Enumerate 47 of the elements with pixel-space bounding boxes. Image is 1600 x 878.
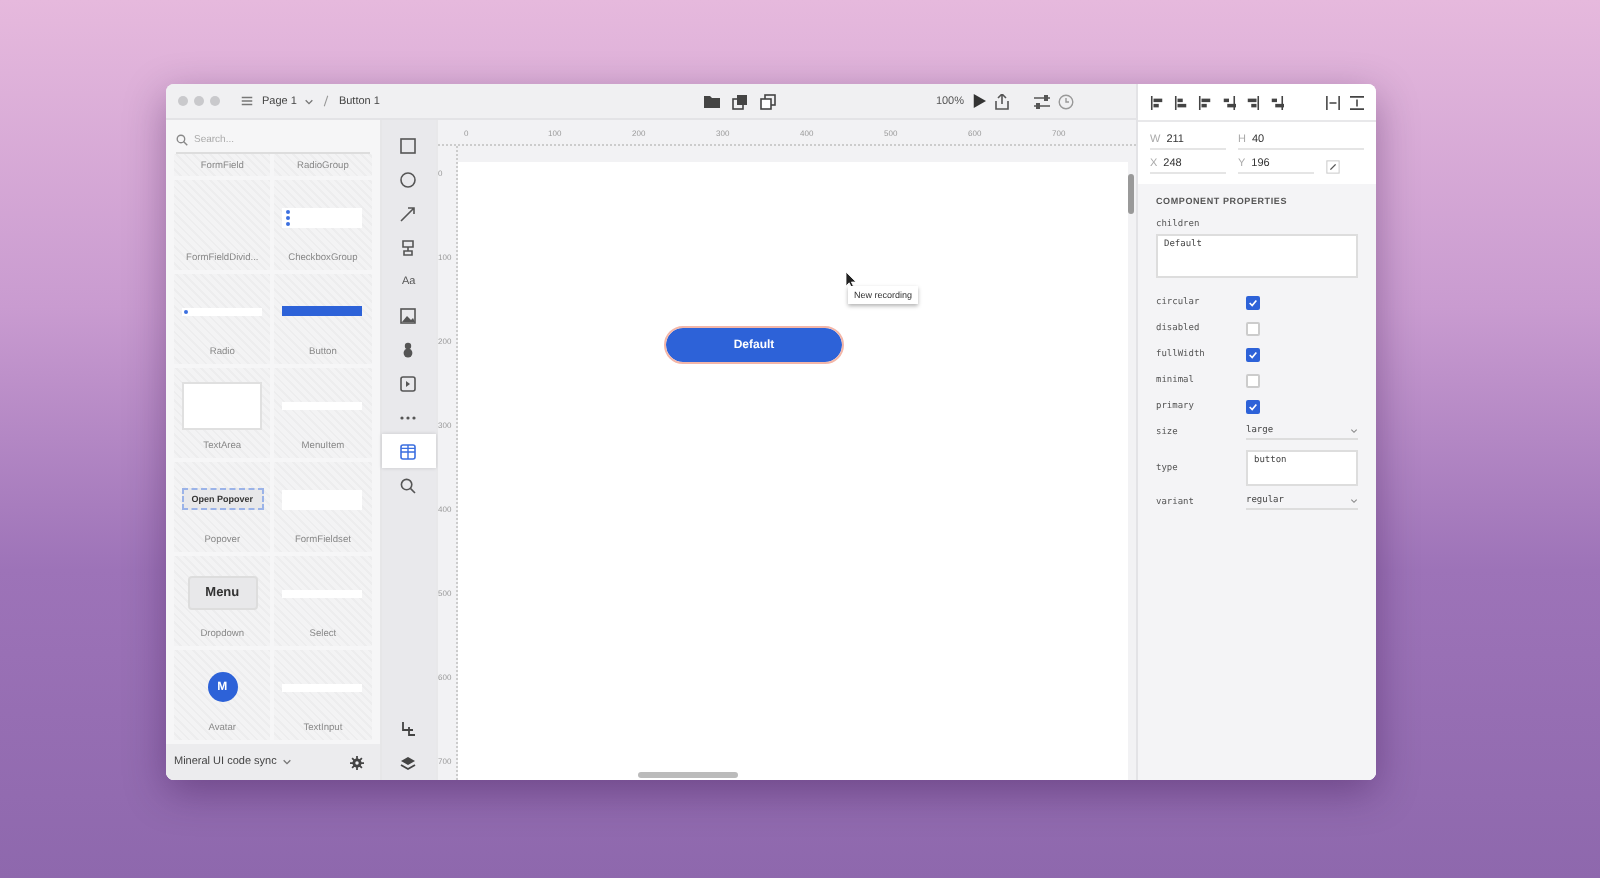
check-icon [1248,402,1258,412]
distribute-vertical-icon[interactable] [1350,95,1364,109]
arrow-icon [400,205,417,221]
align-icon[interactable] [1198,95,1212,109]
caret-icon [1350,428,1358,434]
align-icon[interactable] [1270,95,1284,109]
menu-icon[interactable] [240,94,254,108]
link-icon[interactable] [1326,159,1340,173]
play-box-icon [400,375,417,391]
checkbox-group-thumbnail [282,207,363,227]
stamp-icon [402,239,415,255]
align-icon[interactable] [1150,95,1164,109]
play-icon[interactable] [972,94,987,108]
tool-button[interactable] [381,434,436,468]
search-icon [176,133,188,145]
slash-icon [322,94,331,108]
vertical-scrollbar[interactable] [1128,174,1134,214]
distribute-horizontal-icon[interactable] [1326,95,1340,109]
bug-icon [402,341,415,357]
align-icon[interactable] [1246,95,1260,109]
check-icon [1248,350,1258,360]
align-icon[interactable] [1174,95,1188,109]
sliders-icon[interactable] [1034,93,1051,109]
circle-icon [400,171,417,187]
caret-icon [282,758,293,766]
search-icon [400,477,417,493]
rectangle-icon [400,137,417,153]
cursor-icon [846,272,856,288]
connector-icon [400,721,417,737]
button-thumbnail [282,306,363,316]
textarea-thumbnail [182,381,263,429]
settings-icon[interactable] [349,755,364,769]
check-icon [1248,298,1258,308]
checkbox[interactable] [1246,348,1260,362]
grid-icon [400,443,417,459]
checkbox[interactable] [1246,296,1260,310]
folder-icon[interactable] [703,94,720,108]
horizontal-scrollbar[interactable] [638,772,738,778]
image-icon [400,307,417,323]
caret-icon [1350,498,1358,504]
checkbox[interactable] [1246,400,1260,414]
align-icon[interactable] [1222,95,1236,109]
caret-icon [304,97,315,105]
share-icon[interactable] [994,93,1011,109]
layers-icon [400,755,417,771]
send-backward-icon[interactable] [759,93,776,109]
bring-forward-icon[interactable] [731,93,748,109]
